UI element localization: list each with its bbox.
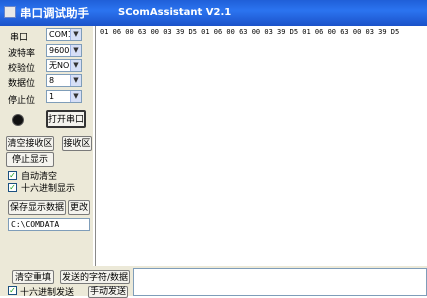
manual-send-button[interactable]: 手动发送 — [88, 286, 128, 298]
hex-send-label: 十六进制发送 — [20, 288, 75, 298]
control-panel: 串口 COM1 ▼ 波特率 9600 ▼ 校验位 无NONE ▼ 数据位 8 ▼… — [0, 26, 93, 296]
open-port-button[interactable]: 打开串口 — [46, 110, 86, 128]
auto-clear-checkbox[interactable]: ✓ — [8, 171, 17, 180]
parity-select[interactable]: 无NONE ▼ — [46, 59, 82, 72]
chevron-down-icon[interactable]: ▼ — [70, 91, 81, 102]
hex-display-checkbox[interactable]: ✓ — [8, 183, 17, 192]
save-display-button[interactable]: 保存显示数据 — [8, 200, 66, 215]
app-icon — [4, 6, 16, 18]
databits-select[interactable]: 8 ▼ — [46, 74, 82, 87]
port-select[interactable]: COM1 ▼ — [46, 28, 82, 41]
baud-label: 波特率 — [8, 49, 36, 59]
stopbits-label: 停止位 — [8, 96, 36, 106]
databits-label: 数据位 — [8, 79, 36, 89]
receive-area-button[interactable]: 接收区 — [62, 136, 92, 151]
stopbits-value: 1 — [49, 92, 55, 101]
clear-receive-button[interactable]: 清空接收区 — [6, 136, 54, 151]
stop-display-button[interactable]: 停止显示 — [6, 152, 54, 167]
send-input[interactable] — [133, 268, 427, 296]
receive-data-text: 01 06 00 63 00 03 39 D5 01 06 00 63 00 0… — [100, 28, 400, 36]
chevron-down-icon[interactable]: ▼ — [70, 45, 81, 56]
title-bar: 串口调试助手 SComAssistant V2.1 — [0, 0, 427, 26]
sent-chars-button[interactable]: 发送的字符/数据 — [60, 270, 130, 284]
port-label: 串口 — [10, 33, 29, 43]
change-path-button[interactable]: 更改 — [68, 200, 90, 215]
stopbits-select[interactable]: 1 ▼ — [46, 90, 82, 103]
window-title-en: SComAssistant V2.1 — [118, 7, 232, 18]
baud-value: 9600 — [49, 46, 70, 55]
chevron-down-icon[interactable]: ▼ — [70, 75, 81, 86]
receive-area[interactable]: 01 06 00 63 00 03 39 D5 01 06 00 63 00 0… — [95, 26, 427, 266]
window-title: 串口调试助手 — [20, 6, 89, 20]
databits-value: 8 — [49, 76, 55, 85]
hex-send-checkbox[interactable]: ✓ — [8, 286, 17, 295]
port-status-indicator-icon — [12, 114, 24, 126]
save-path-field[interactable]: C:\COMDATA — [8, 218, 90, 231]
chevron-down-icon[interactable]: ▼ — [70, 29, 81, 40]
clear-resend-button[interactable]: 清空重填 — [12, 270, 54, 284]
chevron-down-icon[interactable]: ▼ — [70, 60, 81, 71]
baud-select[interactable]: 9600 ▼ — [46, 44, 82, 57]
parity-label: 校验位 — [8, 64, 36, 74]
hex-display-label: 十六进制显示 — [21, 184, 76, 194]
